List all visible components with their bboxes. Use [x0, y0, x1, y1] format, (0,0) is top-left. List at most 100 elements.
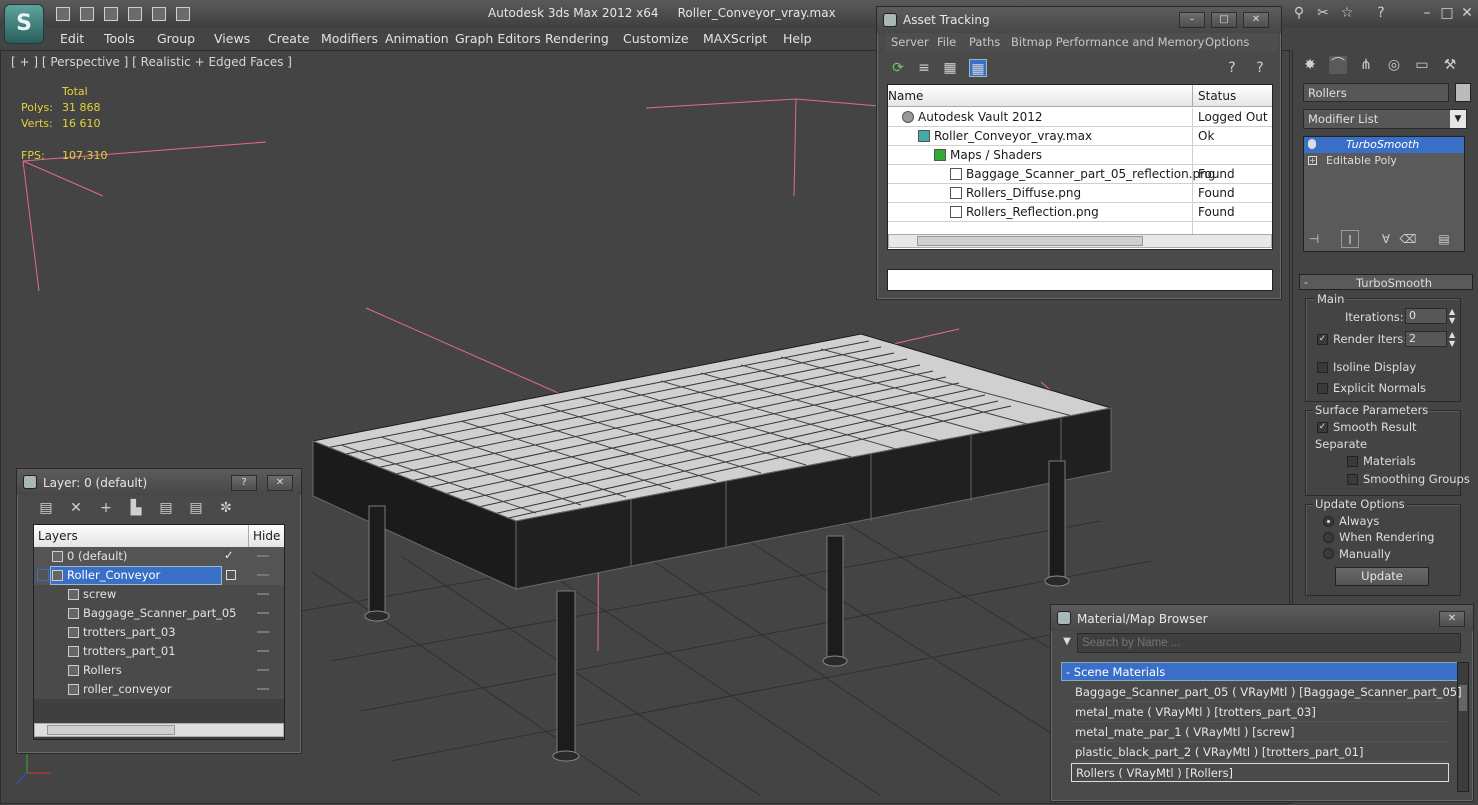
- menu-bitmap-performance[interactable]: Bitmap Performance and Memory: [1011, 35, 1204, 49]
- when-rendering-radio[interactable]: [1323, 532, 1334, 543]
- display-tab-icon[interactable]: ▭: [1413, 56, 1431, 74]
- layer-row-roller-conveyor[interactable]: Roller_Conveyor: [34, 566, 284, 585]
- layer-object-row[interactable]: trotters_part_03: [34, 623, 284, 642]
- list-view-icon[interactable]: ≡: [915, 59, 933, 77]
- new-file-icon[interactable]: [56, 7, 70, 21]
- scrollbar-thumb[interactable]: [47, 725, 175, 735]
- column-hide-header[interactable]: Hide: [253, 529, 280, 543]
- material-item[interactable]: metal_mate ( VRayMtl ) [trotters_part_03…: [1071, 703, 1449, 722]
- help-icon[interactable]: ?: [1223, 59, 1241, 77]
- menu-animation[interactable]: Animation: [385, 31, 449, 46]
- menu-graph-editors[interactable]: Graph Editors: [455, 31, 541, 46]
- horizontal-scrollbar[interactable]: [888, 234, 1272, 248]
- spinner-arrows-icon[interactable]: ▲ ▼: [1449, 307, 1455, 325]
- layer-object-row[interactable]: roller_conveyor: [34, 680, 284, 699]
- select-objects-icon[interactable]: ▙: [127, 499, 145, 517]
- minimize-icon[interactable]: –: [1179, 12, 1205, 28]
- close-icon[interactable]: ✕: [1439, 611, 1465, 627]
- modifier-list-dropdown[interactable]: Modifier List ▼: [1303, 109, 1467, 129]
- menu-rendering[interactable]: Rendering: [545, 31, 609, 46]
- smooth-result-checkbox[interactable]: ✓: [1317, 422, 1328, 433]
- menu-maxscript[interactable]: MAXScript: [703, 31, 767, 46]
- maximize-icon[interactable]: □: [1211, 12, 1237, 28]
- active-layer-check-icon[interactable]: ✓: [224, 548, 234, 562]
- open-file-icon[interactable]: [80, 7, 94, 21]
- turbosmooth-rollout-header[interactable]: - TurboSmooth: [1299, 274, 1473, 290]
- iterations-spinner[interactable]: 0: [1405, 308, 1447, 324]
- column-status-header[interactable]: Status: [1198, 89, 1236, 103]
- vertical-scrollbar[interactable]: [1457, 662, 1469, 792]
- app-logo-icon[interactable]: S: [4, 4, 44, 44]
- collapse-minus-icon[interactable]: [37, 569, 49, 581]
- materials-checkbox[interactable]: [1347, 456, 1358, 467]
- scene-materials-section[interactable]: - Scene Materials: [1061, 662, 1459, 681]
- asset-tracking-titlebar[interactable]: Asset Tracking – □ ✕: [877, 7, 1281, 33]
- remove-modifier-icon[interactable]: ⌫: [1399, 230, 1417, 248]
- table-view-icon[interactable]: ▦: [969, 59, 987, 77]
- render-iters-spinner[interactable]: 2: [1405, 331, 1447, 347]
- manually-radio[interactable]: [1323, 548, 1334, 559]
- menu-paths[interactable]: Paths: [969, 35, 1000, 49]
- thumbnail-view-icon[interactable]: ▦: [941, 59, 959, 77]
- scrollbar-thumb[interactable]: [917, 236, 1143, 246]
- layer-object-row[interactable]: trotters_part_01: [34, 642, 284, 661]
- freeze-all-layers-icon[interactable]: ✼: [217, 499, 235, 517]
- modify-tab-icon[interactable]: ⌒: [1329, 56, 1347, 74]
- asset-path-field[interactable]: [887, 269, 1273, 291]
- create-tab-icon[interactable]: ✸: [1301, 56, 1319, 74]
- communication-center-icon[interactable]: ✂: [1314, 4, 1332, 22]
- menu-options[interactable]: Options: [1205, 35, 1249, 49]
- binoculars-icon[interactable]: ⚲: [1290, 4, 1308, 22]
- configure-modifier-sets-icon[interactable]: ▤: [1435, 230, 1453, 248]
- show-end-result-icon[interactable]: Ⅰ: [1341, 230, 1359, 248]
- stack-item-turbosmooth[interactable]: TurboSmooth: [1304, 137, 1464, 153]
- help-icon[interactable]: ?: [231, 475, 257, 491]
- menu-server[interactable]: Server: [891, 35, 929, 49]
- table-row[interactable]: Maps / Shaders: [888, 146, 1272, 165]
- refresh-icon[interactable]: ⟳: [889, 59, 907, 77]
- explicit-normals-checkbox[interactable]: [1317, 383, 1328, 394]
- close-icon[interactable]: ✕: [1458, 4, 1476, 22]
- layer-object-row[interactable]: Baggage_Scanner_part_05: [34, 604, 284, 623]
- utilities-tab-icon[interactable]: ⚒: [1441, 56, 1459, 74]
- undo-icon[interactable]: [128, 7, 142, 21]
- spinner-arrows-icon[interactable]: ▲ ▼: [1449, 330, 1455, 348]
- menu-file[interactable]: File: [937, 35, 956, 49]
- horizontal-scrollbar[interactable]: [34, 723, 284, 737]
- menu-modifiers[interactable]: Modifiers: [321, 31, 378, 46]
- layer-row-default[interactable]: 0 (default) ✓: [34, 547, 284, 566]
- minimize-icon[interactable]: –: [1418, 4, 1436, 22]
- menu-edit[interactable]: Edit: [60, 31, 84, 46]
- object-color-swatch[interactable]: [1455, 83, 1471, 102]
- hierarchy-tab-icon[interactable]: ⋔: [1357, 56, 1375, 74]
- material-item-selected[interactable]: Rollers ( VRayMtl ) [Rollers]: [1071, 763, 1449, 782]
- always-radio[interactable]: [1323, 516, 1334, 527]
- highlight-layer-icon[interactable]: ▤: [157, 499, 175, 517]
- table-row[interactable]: Baggage_Scanner_part_05_reflection.png F…: [888, 165, 1272, 184]
- table-row[interactable]: Rollers_Diffuse.png Found: [888, 184, 1272, 203]
- motion-tab-icon[interactable]: ◎: [1385, 56, 1403, 74]
- help-search-icon[interactable]: ?: [1251, 59, 1269, 77]
- browser-options-icon[interactable]: ▼: [1059, 633, 1075, 651]
- save-file-icon[interactable]: [104, 7, 118, 21]
- render-iters-checkbox[interactable]: ✓: [1317, 334, 1328, 345]
- column-name-header[interactable]: Name: [888, 89, 923, 103]
- update-button[interactable]: Update: [1335, 567, 1429, 586]
- close-icon[interactable]: ✕: [1243, 12, 1269, 28]
- isoline-display-checkbox[interactable]: [1317, 362, 1328, 373]
- help-icon[interactable]: ?: [1372, 4, 1390, 22]
- stack-item-editable-poly[interactable]: + Editable Poly: [1304, 153, 1464, 169]
- material-item[interactable]: Baggage_Scanner_part_05 ( VRayMtl ) [Bag…: [1071, 683, 1462, 702]
- project-folder-icon[interactable]: [176, 7, 190, 21]
- make-unique-icon[interactable]: ∀: [1377, 230, 1395, 248]
- maximize-icon[interactable]: □: [1438, 4, 1456, 22]
- add-to-layer-icon[interactable]: +: [97, 499, 115, 517]
- redo-icon[interactable]: [152, 7, 166, 21]
- layer-object-row[interactable]: screw: [34, 585, 284, 604]
- material-browser-titlebar[interactable]: Material/Map Browser ✕: [1051, 605, 1473, 631]
- menu-views[interactable]: Views: [214, 31, 250, 46]
- menu-help[interactable]: Help: [783, 31, 812, 46]
- table-row[interactable]: Roller_Conveyor_vray.max Ok: [888, 127, 1272, 146]
- material-item[interactable]: metal_mate_par_1 ( VRayMtl ) [screw]: [1071, 723, 1449, 742]
- menu-create[interactable]: Create: [268, 31, 310, 46]
